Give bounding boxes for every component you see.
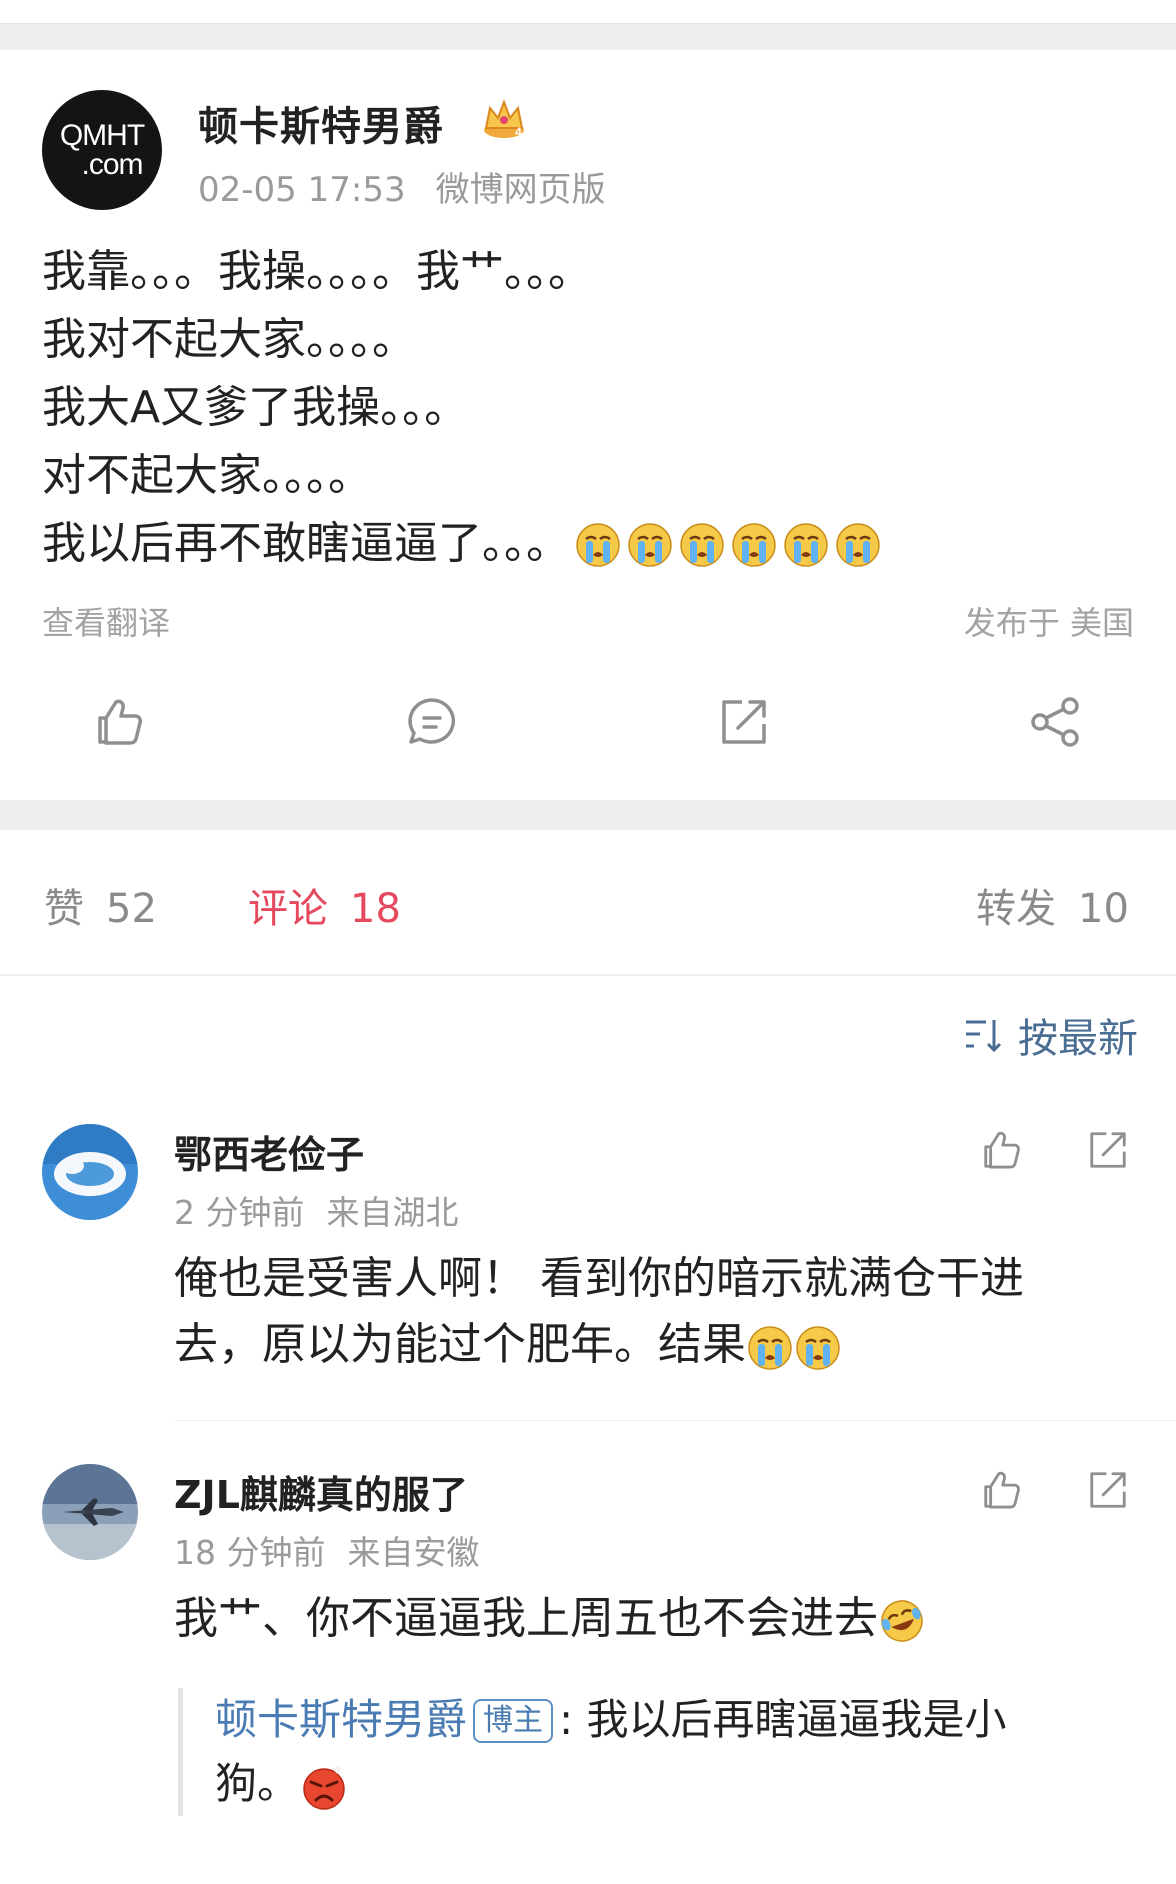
- post-card: QMHT .com 顿卡斯特男爵 4 02-05 17:53 微博网页版 我靠。。…: [0, 50, 1176, 800]
- post-text: 我靠。。。我操。。。。我艹。。。 我对不起大家。。。。 我大A又爹了我操。。。 …: [42, 238, 1142, 578]
- comment-text-line: 我艹、你不逼逼我上周五也不会进去: [174, 1593, 878, 1644]
- reply-quote[interactable]: 顿卡斯特男爵 博主: 我以后再瞎逼逼我是小 狗。: [178, 1688, 1098, 1816]
- reply-author[interactable]: 顿卡斯特男爵: [215, 1695, 467, 1744]
- like-icon[interactable]: [976, 1124, 1028, 1176]
- tab-likes-label: 赞: [44, 886, 84, 932]
- repost-icon[interactable]: [1082, 1124, 1134, 1176]
- reply-line-2: 狗。: [215, 1752, 1098, 1816]
- crying-emoji-icon: [731, 522, 777, 568]
- comment-time: 2 分钟前: [174, 1193, 305, 1232]
- post-location: 发布于 美国: [963, 604, 1134, 642]
- comment-list: 按最新 鄂西老俭子 2 分钟前 来自湖北 俺也是受害人啊！ 看到你的暗示就满仓干进…: [0, 976, 1176, 1884]
- crying-emoji-icon: [679, 522, 725, 568]
- crying-emoji-icon: [747, 1325, 793, 1371]
- post-time: 02-05 17:53: [198, 170, 406, 210]
- comment-text-line: 俺也是受害人啊！ 看到你的暗示就满仓干进: [174, 1253, 1024, 1304]
- top-bar: [0, 0, 1176, 24]
- tab-reposts-label: 转发: [976, 886, 1056, 932]
- post-source: 微博网页版: [435, 170, 606, 210]
- divider: [174, 1420, 1176, 1421]
- comment-text-line: 去，原以为能过个肥年。结果: [174, 1319, 746, 1370]
- translate-link[interactable]: 查看翻译: [42, 598, 170, 644]
- post-line: 我靠。。。我操。。。。我艹。。。: [42, 246, 592, 297]
- author-avatar[interactable]: QMHT .com: [42, 90, 162, 210]
- comment-text: 俺也是受害人啊！ 看到你的暗示就满仓干进 去，原以为能过个肥年。结果: [174, 1246, 1104, 1378]
- avatar[interactable]: [42, 1464, 138, 1560]
- comment-time: 18 分钟前: [174, 1533, 326, 1572]
- post-line: 我大A又爹了我操。。。: [42, 382, 469, 433]
- comment-author[interactable]: 鄂西老俭子: [174, 1124, 364, 1179]
- author-badge: 博主: [473, 1699, 554, 1743]
- crying-emoji-icon: [783, 522, 829, 568]
- comment-meta: 18 分钟前 来自安徽: [174, 1526, 479, 1574]
- stats-tabs: 赞 52 评论 18 转发 10: [0, 830, 1176, 975]
- svg-text:4: 4: [515, 125, 522, 138]
- avatar-logo-text-2: .com: [81, 148, 143, 181]
- sort-button[interactable]: 按最新: [962, 1006, 1138, 1064]
- crying-emoji-icon: [835, 522, 881, 568]
- author-name[interactable]: 顿卡斯特男爵: [198, 94, 444, 152]
- tab-comments-count: 18: [350, 886, 401, 932]
- post-line: 我以后再不敢瞎逼逼了。。。: [42, 518, 570, 569]
- tab-reposts[interactable]: 转发 10: [976, 876, 1129, 934]
- comment-author[interactable]: ZJL麒麟真的服了: [174, 1464, 468, 1519]
- post-line-last: 我以后再不敢瞎逼逼了。。。: [42, 510, 1142, 578]
- crying-emoji-icon: [575, 522, 621, 568]
- share-icon[interactable]: [1024, 690, 1088, 754]
- post-line: 我对不起大家。。。。: [42, 314, 416, 365]
- sort-label: 按最新: [1018, 1016, 1138, 1062]
- tab-comments-label: 评论: [248, 886, 328, 932]
- comment-icon[interactable]: [400, 690, 464, 754]
- like-icon[interactable]: [976, 1464, 1028, 1516]
- comment-location: 来自安徽: [347, 1533, 480, 1572]
- repost-icon[interactable]: [712, 690, 776, 754]
- laugh-cry-emoji-icon: [881, 1600, 923, 1642]
- angry-emoji-icon: [303, 1765, 345, 1810]
- repost-icon[interactable]: [1082, 1464, 1134, 1516]
- tab-comments[interactable]: 评论 18: [248, 876, 401, 934]
- crying-emoji-icon: [627, 522, 673, 568]
- post-line: 对不起大家。。。。: [42, 450, 372, 501]
- tab-reposts-count: 10: [1078, 886, 1129, 932]
- tab-likes-count: 52: [106, 886, 157, 932]
- comment-meta: 2 分钟前 来自湖北: [174, 1186, 459, 1234]
- avatar-logo-text: QMHT: [59, 119, 145, 152]
- crying-emoji-icon: [795, 1325, 841, 1371]
- reply-line-1: 顿卡斯特男爵 博主: 我以后再瞎逼逼我是小: [215, 1688, 1098, 1752]
- reply-text: : 我以后再瞎逼逼我是小: [559, 1695, 1007, 1744]
- like-icon[interactable]: [88, 690, 152, 754]
- sort-icon: [966, 1020, 1002, 1053]
- comment-text: 我艹、你不逼逼我上周五也不会进去: [174, 1586, 1104, 1652]
- avatar[interactable]: [42, 1124, 138, 1220]
- comment-location: 来自湖北: [326, 1193, 459, 1232]
- crown-icon: 4: [482, 98, 526, 139]
- comment-text-line-2: 去，原以为能过个肥年。结果: [174, 1312, 1104, 1378]
- tab-likes[interactable]: 赞 52: [44, 876, 157, 934]
- post-meta: 02-05 17:53 微博网页版: [198, 162, 606, 211]
- reply-text: 狗。: [215, 1759, 300, 1808]
